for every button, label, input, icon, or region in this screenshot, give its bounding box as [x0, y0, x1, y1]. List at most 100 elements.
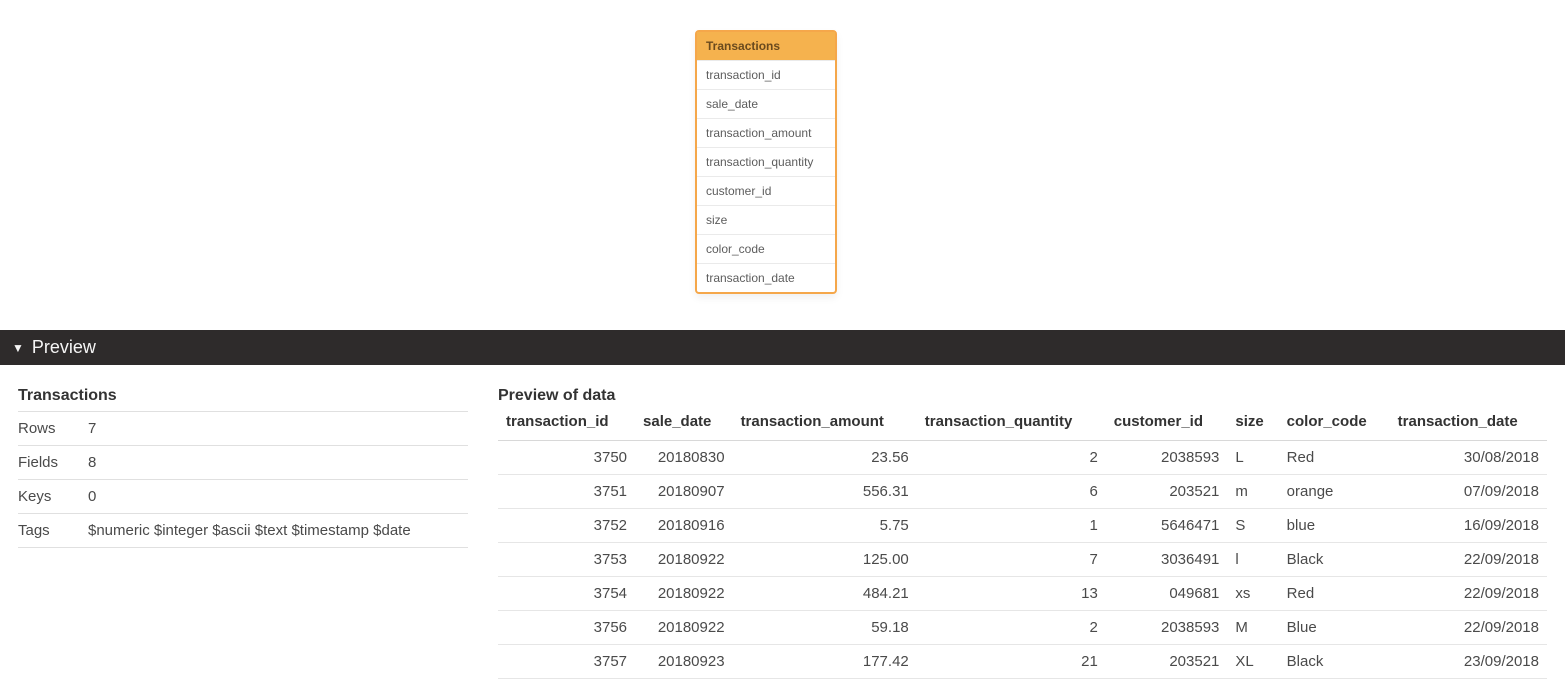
cell-size: l — [1227, 543, 1278, 577]
cell-sale_date: 20180916 — [635, 509, 733, 543]
table-card-header[interactable]: Transactions — [697, 32, 835, 60]
cell-color_code: orange — [1279, 475, 1390, 509]
column-header-size[interactable]: size — [1227, 407, 1278, 441]
cell-sale_date: 20180830 — [635, 441, 733, 475]
data-preview-title: Preview of data — [498, 387, 1547, 407]
cell-transaction_date: 22/09/2018 — [1390, 577, 1547, 611]
table-card-field[interactable]: color_code — [697, 234, 835, 263]
table-card-field[interactable]: transaction_quantity — [697, 147, 835, 176]
column-header-sale_date[interactable]: sale_date — [635, 407, 733, 441]
column-header-transaction_amount[interactable]: transaction_amount — [733, 407, 917, 441]
table-card-field[interactable]: sale_date — [697, 89, 835, 118]
meta-label: Tags — [18, 522, 88, 539]
meta-row-rows: Rows 7 — [18, 412, 468, 446]
cell-transaction_quantity: 2 — [917, 611, 1106, 645]
meta-column: Transactions Rows 7 Fields 8 Keys 0 Tags… — [18, 387, 468, 679]
chevron-down-icon: ▼ — [12, 342, 24, 354]
cell-sale_date: 20180922 — [635, 611, 733, 645]
cell-customer_id: 203521 — [1106, 645, 1228, 679]
preview-body: Transactions Rows 7 Fields 8 Keys 0 Tags… — [0, 365, 1565, 697]
cell-transaction_quantity: 1 — [917, 509, 1106, 543]
meta-value: 0 — [88, 488, 468, 505]
cell-color_code: blue — [1279, 509, 1390, 543]
cell-customer_id: 5646471 — [1106, 509, 1228, 543]
cell-transaction_quantity: 6 — [917, 475, 1106, 509]
table-row[interactable]: 37502018083023.5622038593LRed30/08/2018 — [498, 441, 1547, 475]
cell-transaction_date: 30/08/2018 — [1390, 441, 1547, 475]
meta-value: 7 — [88, 420, 468, 437]
meta-value: 8 — [88, 454, 468, 471]
data-preview-table: transaction_idsale_datetransaction_amoun… — [498, 407, 1547, 679]
meta-value: $numeric $integer $ascii $text $timestam… — [88, 522, 468, 539]
cell-color_code: Black — [1279, 543, 1390, 577]
cell-sale_date: 20180907 — [635, 475, 733, 509]
meta-label: Fields — [18, 454, 88, 471]
cell-color_code: Red — [1279, 441, 1390, 475]
preview-toggle-bar[interactable]: ▼ Preview — [0, 330, 1565, 365]
column-header-customer_id[interactable]: customer_id — [1106, 407, 1228, 441]
table-card-transactions[interactable]: Transactions transaction_idsale_datetran… — [695, 30, 837, 294]
column-header-transaction_quantity[interactable]: transaction_quantity — [917, 407, 1106, 441]
table-row[interactable]: 37562018092259.1822038593MBlue22/09/2018 — [498, 611, 1547, 645]
cell-transaction_amount: 59.18 — [733, 611, 917, 645]
cell-sale_date: 20180922 — [635, 577, 733, 611]
table-row[interactable]: 3752201809165.7515646471Sblue16/09/2018 — [498, 509, 1547, 543]
table-header-row: transaction_idsale_datetransaction_amoun… — [498, 407, 1547, 441]
cell-transaction_amount: 484.21 — [733, 577, 917, 611]
canvas-area[interactable]: Transactions transaction_idsale_datetran… — [0, 0, 1565, 330]
table-card-field[interactable]: size — [697, 205, 835, 234]
table-row[interactable]: 375420180922484.2113049681xsRed22/09/201… — [498, 577, 1547, 611]
cell-transaction_date: 07/09/2018 — [1390, 475, 1547, 509]
cell-transaction_id: 3751 — [498, 475, 635, 509]
cell-size: XL — [1227, 645, 1278, 679]
cell-transaction_quantity: 7 — [917, 543, 1106, 577]
meta-row-fields: Fields 8 — [18, 446, 468, 480]
cell-customer_id: 049681 — [1106, 577, 1228, 611]
cell-transaction_id: 3754 — [498, 577, 635, 611]
cell-transaction_date: 22/09/2018 — [1390, 543, 1547, 577]
cell-transaction_date: 22/09/2018 — [1390, 611, 1547, 645]
table-row[interactable]: 375320180922125.0073036491lBlack22/09/20… — [498, 543, 1547, 577]
meta-label: Rows — [18, 420, 88, 437]
table-card-field[interactable]: customer_id — [697, 176, 835, 205]
preview-label: Preview — [32, 337, 96, 358]
cell-size: M — [1227, 611, 1278, 645]
cell-size: S — [1227, 509, 1278, 543]
cell-transaction_id: 3753 — [498, 543, 635, 577]
cell-transaction_date: 16/09/2018 — [1390, 509, 1547, 543]
cell-transaction_amount: 23.56 — [733, 441, 917, 475]
cell-transaction_id: 3752 — [498, 509, 635, 543]
cell-color_code: Black — [1279, 645, 1390, 679]
cell-transaction_quantity: 21 — [917, 645, 1106, 679]
table-card-field[interactable]: transaction_id — [697, 60, 835, 89]
meta-row-keys: Keys 0 — [18, 480, 468, 514]
table-card-field[interactable]: transaction_date — [697, 263, 835, 292]
column-header-transaction_id[interactable]: transaction_id — [498, 407, 635, 441]
cell-transaction_id: 3750 — [498, 441, 635, 475]
meta-title: Transactions — [18, 387, 468, 412]
table-row[interactable]: 375120180907556.316203521morange07/09/20… — [498, 475, 1547, 509]
cell-customer_id: 2038593 — [1106, 611, 1228, 645]
cell-sale_date: 20180922 — [635, 543, 733, 577]
cell-customer_id: 3036491 — [1106, 543, 1228, 577]
cell-transaction_id: 3756 — [498, 611, 635, 645]
column-header-transaction_date[interactable]: transaction_date — [1390, 407, 1547, 441]
cell-transaction_amount: 556.31 — [733, 475, 917, 509]
column-header-color_code[interactable]: color_code — [1279, 407, 1390, 441]
cell-color_code: Blue — [1279, 611, 1390, 645]
cell-transaction_amount: 5.75 — [733, 509, 917, 543]
cell-transaction_amount: 125.00 — [733, 543, 917, 577]
meta-label: Keys — [18, 488, 88, 505]
cell-customer_id: 2038593 — [1106, 441, 1228, 475]
table-card-field[interactable]: transaction_amount — [697, 118, 835, 147]
meta-row-tags: Tags $numeric $integer $ascii $text $tim… — [18, 514, 468, 548]
cell-transaction_quantity: 2 — [917, 441, 1106, 475]
cell-transaction_amount: 177.42 — [733, 645, 917, 679]
cell-transaction_id: 3757 — [498, 645, 635, 679]
cell-customer_id: 203521 — [1106, 475, 1228, 509]
cell-sale_date: 20180923 — [635, 645, 733, 679]
data-preview-column: Preview of data transaction_idsale_datet… — [498, 387, 1547, 679]
table-row[interactable]: 375720180923177.4221203521XLBlack23/09/2… — [498, 645, 1547, 679]
cell-size: xs — [1227, 577, 1278, 611]
cell-size: m — [1227, 475, 1278, 509]
